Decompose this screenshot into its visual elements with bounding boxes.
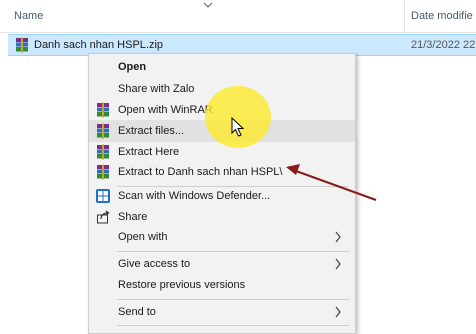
menu-separator [117, 325, 349, 326]
menu-item-open-with[interactable]: Open with [89, 226, 355, 248]
submenu-chevron-icon [335, 231, 341, 243]
menu-item-label: Extract Here [118, 146, 180, 158]
date-modified-column-header[interactable]: Date modifie [411, 10, 473, 22]
menu-item-label: Open [118, 61, 147, 73]
menu-separator [117, 299, 349, 300]
column-divider[interactable] [404, 0, 405, 32]
menu-item-send-to[interactable]: Send to [89, 301, 355, 323]
menu-item-give-access-to[interactable]: Give access to [89, 253, 355, 275]
menu-separator [117, 251, 349, 252]
submenu-chevron-icon [335, 306, 341, 318]
menu-item-label: Extract to Danh sach nhan HSPL\ [118, 166, 283, 178]
winrar-icon [97, 123, 109, 139]
column-header: Name Date modifie [0, 0, 476, 33]
menu-item-extract-to-folder[interactable]: Extract to Danh sach nhan HSPL\ [89, 161, 355, 183]
menu-item-restore-previous-versions[interactable]: Restore previous versions [89, 274, 355, 296]
sort-chevron-icon [203, 2, 213, 8]
winrar-icon [97, 102, 109, 118]
menu-item-label: Open with [118, 231, 168, 243]
share-icon [97, 210, 110, 224]
winrar-icon [97, 164, 109, 180]
winrar-icon [97, 144, 109, 160]
menu-item-scan-windows-defender[interactable]: Scan with Windows Defender... [89, 185, 355, 207]
mouse-cursor-icon [231, 117, 245, 137]
file-name[interactable]: Danh sach nhan HSPL.zip [34, 39, 163, 51]
winrar-archive-icon [16, 37, 28, 53]
menu-item-open[interactable]: Open [89, 56, 355, 78]
submenu-chevron-icon [335, 258, 341, 270]
menu-item-label: Extract files... [118, 125, 185, 137]
windows-defender-icon [96, 189, 110, 203]
file-date-modified: 21/3/2022 22: [411, 39, 476, 51]
menu-item-label: Restore previous versions [118, 279, 246, 291]
menu-item-label: Scan with Windows Defender... [118, 190, 271, 202]
menu-item-label: Share [118, 211, 148, 223]
menu-item-label: Open with WinRAR [118, 104, 213, 116]
menu-item-label: Send to [118, 306, 156, 318]
name-column-header[interactable]: Name [14, 10, 43, 22]
menu-item-label: Give access to [118, 258, 191, 270]
menu-item-label: Share with Zalo [118, 83, 195, 95]
menu-item-share[interactable]: Share [89, 206, 355, 228]
